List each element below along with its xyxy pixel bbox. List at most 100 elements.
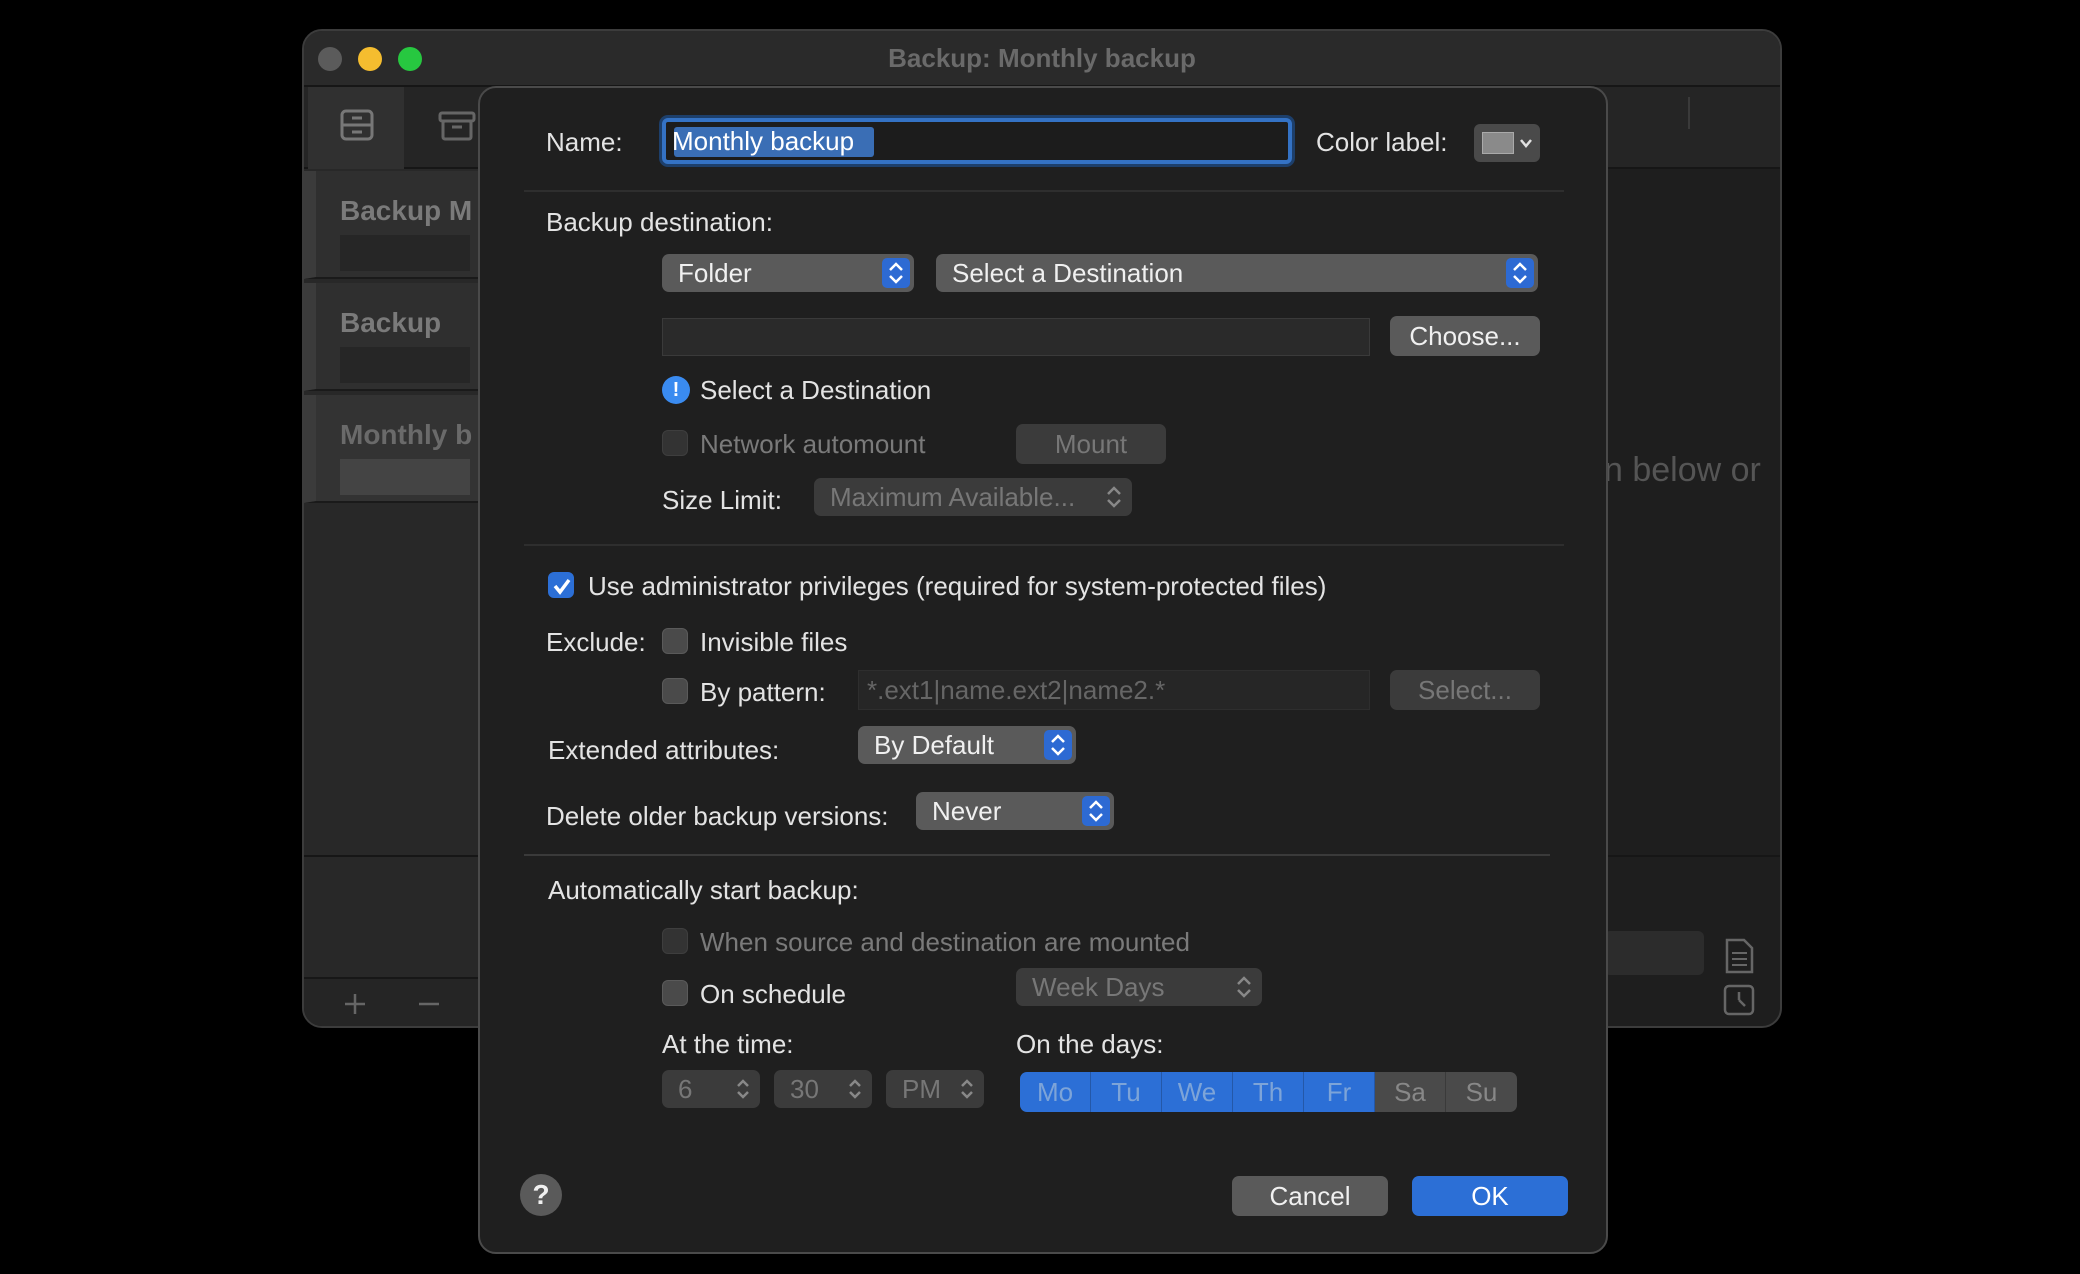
sidebar: Backup M Backup Monthly b	[304, 169, 484, 1005]
hour-stepper[interactable]: 6	[662, 1070, 760, 1108]
hour-value: 6	[678, 1074, 693, 1104]
chevron-down-icon	[1520, 139, 1532, 148]
pattern-placeholder: *.ext1|name.ext2|name2.*	[867, 675, 1166, 705]
background-field	[1604, 931, 1704, 975]
add-icon[interactable]	[342, 991, 368, 1017]
destination-target-value: Select a Destination	[952, 258, 1184, 288]
admin-privileges-checkbox[interactable]	[548, 572, 574, 598]
by-pattern-checkbox[interactable]	[662, 678, 688, 704]
color-swatch	[1482, 132, 1514, 154]
warning-info-icon: !	[662, 376, 690, 404]
log-document-icon[interactable]	[1722, 937, 1756, 975]
on-schedule-label: On schedule	[700, 979, 846, 1009]
section-divider	[524, 854, 1550, 856]
destination-path-field[interactable]	[662, 318, 1370, 356]
schedule-clock-icon[interactable]	[1722, 983, 1756, 1017]
days-segmented-control: Mo Tu We Th Fr Sa Su	[1020, 1072, 1517, 1112]
day-tuesday[interactable]: Tu	[1091, 1072, 1162, 1112]
extended-attributes-value: By Default	[874, 730, 994, 760]
updown-arrows-icon	[1107, 486, 1121, 508]
sidebar-item-subtitle	[340, 347, 470, 383]
size-limit-popup[interactable]: Maximum Available...	[814, 478, 1132, 516]
select-pattern-button[interactable]: Select...	[1390, 670, 1540, 710]
schedule-value: Week Days	[1032, 972, 1165, 1002]
section-divider	[524, 544, 1564, 546]
destination-type-value: Folder	[678, 258, 752, 288]
delete-older-label: Delete older backup versions:	[546, 801, 889, 831]
updown-arrows-icon	[1506, 258, 1534, 288]
network-automount-label: Network automount	[700, 429, 926, 459]
minute-stepper[interactable]: 30	[774, 1070, 872, 1108]
extended-attributes-popup[interactable]: By Default	[858, 726, 1076, 764]
sidebar-item-subtitle	[340, 459, 470, 495]
size-limit-label: Size Limit:	[662, 485, 782, 515]
sidebar-bottom-bar	[304, 977, 484, 1026]
color-label-picker[interactable]	[1474, 124, 1540, 162]
day-monday[interactable]: Mo	[1020, 1072, 1091, 1112]
backup-settings-sheet: Name: Color label: Backup destination: F…	[478, 86, 1608, 1254]
choose-button[interactable]: Choose...	[1390, 316, 1540, 356]
invisible-files-label: Invisible files	[700, 627, 848, 657]
remove-icon[interactable]	[416, 991, 442, 1017]
backup-destination-label: Backup destination:	[546, 207, 773, 237]
toolbar-divider	[1688, 97, 1690, 129]
name-label: Name:	[546, 127, 623, 157]
updown-arrows-icon	[882, 258, 910, 288]
destination-type-popup[interactable]: Folder	[662, 254, 914, 292]
section-divider	[524, 190, 1564, 192]
when-mounted-label: When source and destination are mounted	[700, 927, 1190, 957]
updown-arrows-icon	[1237, 976, 1251, 998]
day-wednesday[interactable]: We	[1162, 1072, 1233, 1112]
delete-older-value: Never	[932, 796, 1002, 826]
exclude-label: Exclude:	[546, 627, 646, 657]
day-saturday[interactable]: Sa	[1375, 1072, 1446, 1112]
destination-target-popup[interactable]: Select a Destination	[936, 254, 1538, 292]
schedule-popup[interactable]: Week Days	[1016, 968, 1262, 1006]
name-field[interactable]	[662, 118, 1292, 164]
pattern-field[interactable]: *.ext1|name.ext2|name2.*	[858, 670, 1370, 710]
ok-button[interactable]: OK	[1412, 1176, 1568, 1216]
stepper-arrows-icon	[849, 1079, 861, 1099]
on-schedule-checkbox[interactable]	[662, 980, 688, 1006]
archive-icon[interactable]	[434, 105, 480, 145]
checkmark-icon	[553, 578, 571, 595]
extended-attributes-label: Extended attributes:	[548, 735, 780, 765]
title-bar: Backup: Monthly backup	[304, 31, 1780, 87]
day-sunday[interactable]: Su	[1446, 1072, 1517, 1112]
when-mounted-checkbox[interactable]	[662, 928, 688, 954]
cancel-button[interactable]: Cancel	[1232, 1176, 1388, 1216]
sidebar-item-selected[interactable]: Monthly b	[304, 395, 484, 503]
sidebar-item-label: Backup M	[340, 195, 473, 226]
day-thursday[interactable]: Th	[1233, 1072, 1304, 1112]
on-days-label: On the days:	[1016, 1029, 1164, 1059]
name-input[interactable]	[666, 122, 1288, 160]
invisible-files-checkbox[interactable]	[662, 628, 688, 654]
delete-older-popup[interactable]: Never	[916, 792, 1114, 830]
ampm-value: PM	[902, 1074, 941, 1104]
updown-arrows-icon	[1044, 730, 1072, 760]
backups-list-icon[interactable]	[334, 105, 380, 145]
window-title: Backup: Monthly backup	[888, 43, 1196, 73]
background-hint-text: n below or	[1604, 451, 1761, 489]
network-automount-checkbox[interactable]	[662, 430, 688, 456]
stepper-arrows-icon	[961, 1079, 973, 1099]
color-label: Color label:	[1316, 127, 1448, 157]
ampm-stepper[interactable]: PM	[886, 1070, 984, 1108]
sidebar-item[interactable]: Backup	[304, 283, 484, 391]
sidebar-item-label: Backup	[340, 307, 442, 338]
at-time-label: At the time:	[662, 1029, 794, 1059]
size-limit-value: Maximum Available...	[830, 482, 1076, 512]
auto-start-label: Automatically start backup:	[548, 875, 859, 905]
destination-warning-text: Select a Destination	[700, 375, 932, 405]
by-pattern-label: By pattern:	[700, 677, 826, 707]
mount-button[interactable]: Mount	[1016, 424, 1166, 464]
help-button[interactable]: ?	[520, 1174, 562, 1216]
sidebar-item-label: Monthly b	[340, 419, 473, 450]
admin-privileges-label: Use administrator privileges (required f…	[588, 571, 1327, 601]
sidebar-item-subtitle	[340, 235, 470, 271]
sidebar-item[interactable]: Backup M	[304, 171, 484, 279]
day-friday[interactable]: Fr	[1304, 1072, 1375, 1112]
updown-arrows-icon	[1082, 796, 1110, 826]
stepper-arrows-icon	[737, 1079, 749, 1099]
minute-value: 30	[790, 1074, 819, 1104]
